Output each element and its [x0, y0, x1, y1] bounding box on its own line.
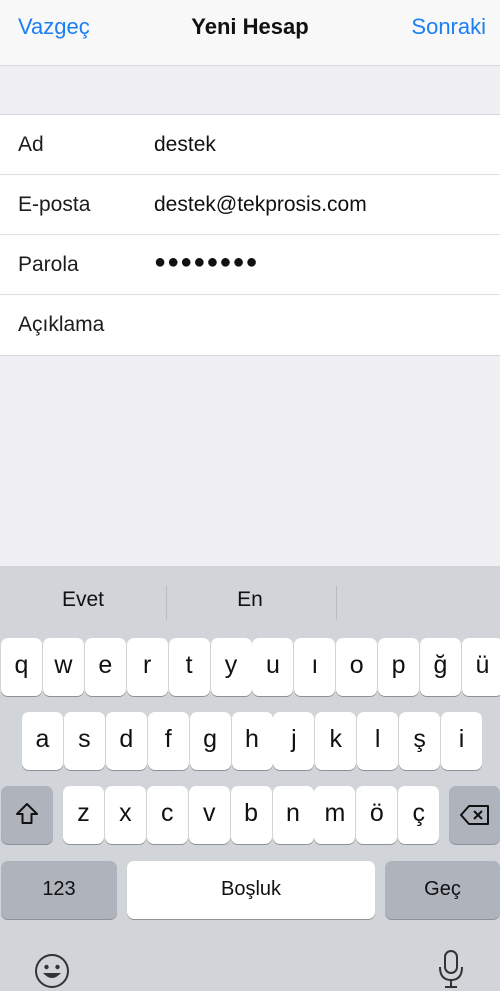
password-field[interactable]: ●●●●●●●● — [154, 251, 484, 274]
shift-icon — [14, 803, 40, 833]
backspace-icon — [459, 805, 491, 833]
description-label: Açıklama — [18, 313, 105, 336]
numbers-key[interactable]: 123 — [1, 861, 117, 919]
backspace-key[interactable] — [449, 786, 500, 844]
key-y[interactable]: y — [210, 638, 252, 696]
key-o[interactable]: o — [336, 638, 378, 696]
password-label: Parola — [18, 253, 79, 276]
form-row-name[interactable]: Ad destek — [0, 115, 500, 175]
key-e[interactable]: e — [84, 638, 126, 696]
key-r[interactable]: r — [126, 638, 168, 696]
key-i[interactable]: i — [441, 712, 482, 770]
key-ğ[interactable]: ğ — [420, 638, 461, 696]
key-a[interactable]: a — [22, 712, 63, 770]
key-f[interactable]: f — [147, 712, 189, 770]
shift-key[interactable] — [1, 786, 53, 844]
key-l[interactable]: l — [357, 712, 399, 770]
key-v[interactable]: v — [188, 786, 230, 844]
email-field[interactable]: destek@tekprosis.com — [154, 193, 484, 217]
key-g[interactable]: g — [189, 712, 231, 770]
account-form: Ad destek E-posta destek@tekprosis.com P… — [0, 114, 500, 356]
emoji-icon[interactable] — [34, 953, 70, 991]
form-row-email[interactable]: E-posta destek@tekprosis.com — [0, 175, 500, 235]
key-h[interactable]: h — [231, 712, 273, 770]
key-u[interactable]: u — [252, 638, 294, 696]
name-label: Ad — [18, 133, 44, 156]
space-key[interactable]: Boşluk — [127, 861, 375, 919]
suggestion-item[interactable]: En — [167, 588, 333, 612]
return-key[interactable]: Geç — [385, 861, 500, 919]
key-m[interactable]: m — [314, 786, 356, 844]
key-q[interactable]: q — [1, 638, 42, 696]
key-ş[interactable]: ş — [399, 712, 441, 770]
key-ü[interactable]: ü — [461, 638, 500, 696]
key-x[interactable]: x — [104, 786, 146, 844]
next-button[interactable]: Sonraki — [411, 14, 486, 40]
key-n[interactable]: n — [272, 786, 314, 844]
email-label: E-posta — [18, 193, 91, 216]
microphone-icon[interactable] — [436, 949, 466, 991]
form-row-description[interactable]: Açıklama — [0, 295, 500, 355]
key-ı[interactable]: ı — [294, 638, 336, 696]
key-ç[interactable]: ç — [398, 786, 440, 844]
navigation-bar: Vazgeç Yeni Hesap Sonraki — [0, 0, 500, 66]
suggestion-divider — [336, 586, 337, 620]
key-j[interactable]: j — [273, 712, 315, 770]
key-b[interactable]: b — [230, 786, 272, 844]
keyboard: Evet En qwertyuıopğü asdfghjklşi zxcvbnmöç… — [0, 566, 500, 991]
suggestion-item[interactable]: Evet — [0, 588, 166, 612]
form-row-password[interactable]: Parola ●●●●●●●● — [0, 235, 500, 295]
key-p[interactable]: p — [378, 638, 420, 696]
suggestion-bar: Evet En — [0, 566, 500, 636]
name-field[interactable]: destek — [154, 133, 484, 157]
key-w[interactable]: w — [42, 638, 84, 696]
key-ö[interactable]: ö — [356, 786, 398, 844]
key-d[interactable]: d — [105, 712, 147, 770]
key-t[interactable]: t — [168, 638, 210, 696]
key-k[interactable]: k — [315, 712, 357, 770]
key-z[interactable]: z — [63, 786, 104, 844]
key-s[interactable]: s — [63, 712, 105, 770]
key-c[interactable]: c — [146, 786, 188, 844]
